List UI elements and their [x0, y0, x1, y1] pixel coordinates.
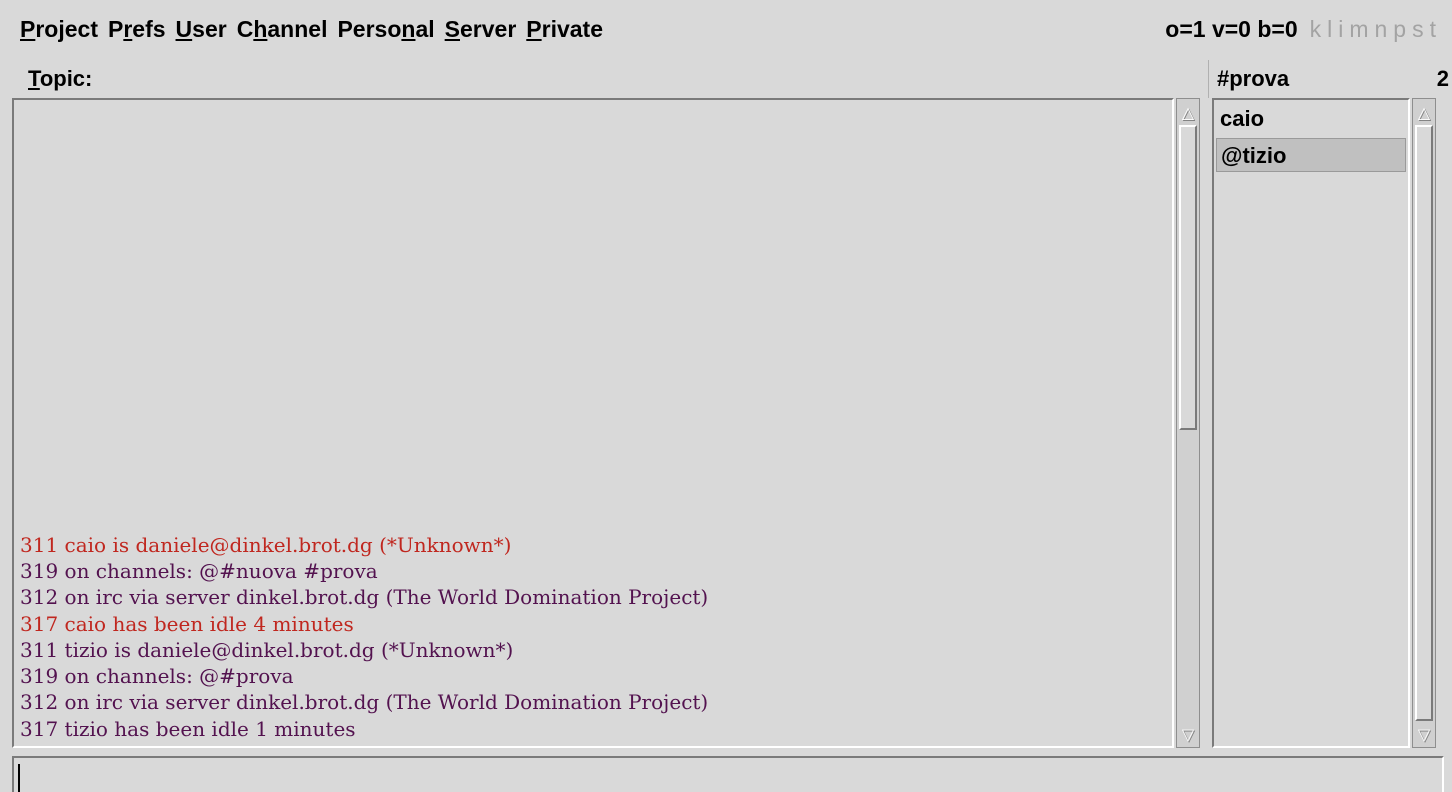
message-scrollbar[interactable]: △ ▽: [1176, 98, 1200, 748]
menu-prefs[interactable]: Prefs: [108, 16, 166, 43]
message-input[interactable]: [16, 760, 1436, 790]
message-line: 317 tizio has been idle 1 minutes: [20, 716, 356, 741]
mode-flags[interactable]: klimnpst: [1310, 16, 1442, 43]
down-arrow-icon[interactable]: ▽: [1415, 723, 1433, 745]
scroll-thumb[interactable]: [1415, 125, 1433, 721]
nick-list-scrollbar[interactable]: △ ▽: [1412, 98, 1436, 748]
scroll-trough[interactable]: [1179, 125, 1197, 721]
up-arrow-icon[interactable]: △: [1179, 101, 1197, 123]
main-menu: Project Prefs User Channel Personal Serv…: [20, 16, 603, 43]
menu-channel[interactable]: Channel: [237, 16, 328, 43]
mode-counts: o=1 v=0 b=0: [1165, 16, 1298, 42]
menu-bar: Project Prefs User Channel Personal Serv…: [0, 0, 1452, 60]
menu-user[interactable]: User: [176, 16, 227, 43]
channel-name: #prova: [1217, 66, 1290, 91]
message-line: 319 on channels: @#nuova #prova: [20, 558, 378, 583]
channel-modes: o=1 v=0 b=0 klimnpst: [1165, 16, 1442, 43]
scroll-trough[interactable]: [1415, 125, 1433, 721]
menu-server[interactable]: Server: [445, 16, 517, 43]
message-lines: 311 caio is daniele@dinkel.brot.dg (*Unk…: [20, 532, 708, 742]
nick-list: caio @tizio: [1212, 98, 1410, 748]
message-line: 312 on irc via server dinkel.brot.dg (Th…: [20, 690, 709, 715]
text-caret: [18, 764, 20, 792]
menu-private[interactable]: Private: [526, 16, 603, 43]
topic-label: Topic:: [28, 66, 93, 91]
up-arrow-icon[interactable]: △: [1415, 101, 1433, 123]
menu-project[interactable]: Project: [20, 16, 98, 43]
message-line: 312 on irc via server dinkel.brot.dg (Th…: [20, 585, 709, 610]
user-count: 2: [1436, 66, 1449, 91]
scroll-thumb[interactable]: [1179, 125, 1197, 430]
down-arrow-icon[interactable]: ▽: [1179, 723, 1197, 745]
menu-personal[interactable]: Personal: [337, 16, 434, 43]
message-line: 311 tizio is daniele@dinkel.brot.dg (*Un…: [20, 637, 514, 662]
message-line: 311 caio is daniele@dinkel.brot.dg (*Unk…: [20, 532, 512, 557]
nick-list-item[interactable]: caio: [1216, 102, 1406, 136]
message-line: 317 caio has been idle 4 minutes: [20, 611, 354, 636]
message-area[interactable]: 311 caio is daniele@dinkel.brot.dg (*Unk…: [12, 98, 1174, 748]
channel-header: #prova 2: [1208, 60, 1452, 98]
message-line: 319 on channels: @#prova: [20, 664, 294, 689]
nick-list-item[interactable]: @tizio: [1216, 138, 1406, 172]
input-bar: [12, 756, 1444, 792]
topic-bar[interactable]: Topic:: [12, 60, 1208, 98]
